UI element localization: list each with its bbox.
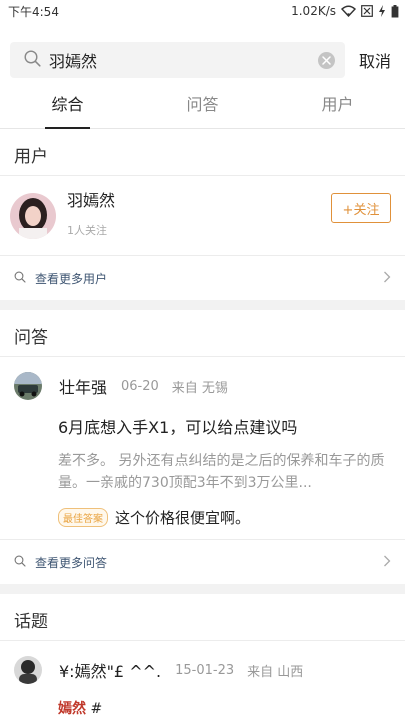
qa-snippet: 差不多。 另外还有点纠结的是之后的保养和车子的质量。一亲戚的730顶配3年不到3…	[58, 453, 385, 491]
tab-overview[interactable]: 综合	[0, 89, 135, 128]
search-bar: 羽嫣然 取消	[0, 22, 405, 89]
tab-bar: 综合 问答 用户	[0, 89, 405, 129]
topic-date: 15-01-23	[175, 662, 235, 678]
tab-users[interactable]: 用户	[270, 89, 405, 128]
search-icon	[14, 555, 26, 570]
topic-author[interactable]: ¥:嫣然"£ ^^.	[59, 658, 161, 682]
avatar[interactable]	[14, 656, 42, 684]
search-query: 羽嫣然	[49, 52, 98, 71]
users-section-title: 用户	[14, 147, 48, 167]
qa-source: 来自 无锡	[171, 380, 228, 396]
topic-rest: #	[90, 701, 103, 717]
qa-result-card[interactable]: 壮年强 06-20 来自 无锡 6月底想入手X1，可以给点建议吗 差不多。 另外…	[0, 357, 405, 539]
status-bar: 下午4:54 1.02K/s	[0, 0, 405, 22]
qa-author[interactable]: 壮年强	[59, 374, 107, 398]
search-icon	[14, 271, 26, 286]
topic-result-card[interactable]: ¥:嫣然"£ ^^. 15-01-23 来自 山西 嫣然 #	[0, 641, 405, 718]
network-speed: 1.02K/s	[291, 4, 336, 18]
topic-source: 来自 山西	[247, 664, 304, 680]
qa-question[interactable]: 6月底想入手X1，可以给点建议吗	[58, 414, 391, 438]
more-users-label: 查看更多用户	[35, 271, 108, 286]
avatar[interactable]	[14, 372, 42, 400]
user-followers: 1人关注	[67, 224, 107, 237]
charging-icon	[378, 5, 386, 17]
battery-icon	[391, 4, 399, 18]
clear-icon[interactable]	[317, 51, 335, 69]
more-qa-link[interactable]: 查看更多问答	[0, 540, 405, 584]
active-tab-indicator	[45, 127, 90, 129]
wifi-icon	[341, 5, 356, 17]
topic-content: 嫣然 #	[58, 698, 391, 718]
best-answer: 最佳答案 这个价格很便宜啊。	[58, 507, 391, 528]
best-answer-text: 这个价格很便宜啊。	[115, 509, 251, 527]
search-icon	[24, 49, 41, 71]
status-icons: 1.02K/s	[291, 4, 399, 18]
qa-section-title: 问答	[14, 328, 48, 348]
qa-date: 06-20	[121, 378, 159, 394]
qa-header: 壮年强 06-20 来自 无锡	[14, 357, 391, 400]
more-users-link[interactable]: 查看更多用户	[0, 256, 405, 300]
chevron-right-icon	[383, 555, 391, 570]
avatar[interactable]	[10, 192, 56, 239]
topics-section-title: 话题	[14, 612, 48, 632]
section-gap	[0, 300, 405, 310]
topic-header: ¥:嫣然"£ ^^. 15-01-23 来自 山西	[14, 641, 391, 684]
section-gap	[0, 584, 405, 594]
cancel-button[interactable]: 取消	[359, 48, 391, 72]
chevron-right-icon	[383, 271, 391, 286]
topic-highlight: 嫣然	[58, 701, 86, 717]
more-qa-label: 查看更多问答	[35, 555, 108, 570]
best-answer-badge: 最佳答案	[58, 508, 108, 527]
tab-qa[interactable]: 问答	[135, 89, 270, 128]
status-time: 下午4:54	[8, 4, 59, 19]
follow-button[interactable]: +关注	[331, 193, 391, 223]
user-result-row[interactable]: 羽嫣然 1人关注 +关注	[0, 176, 405, 255]
sim-icon	[361, 5, 373, 17]
search-input[interactable]: 羽嫣然	[10, 42, 345, 78]
